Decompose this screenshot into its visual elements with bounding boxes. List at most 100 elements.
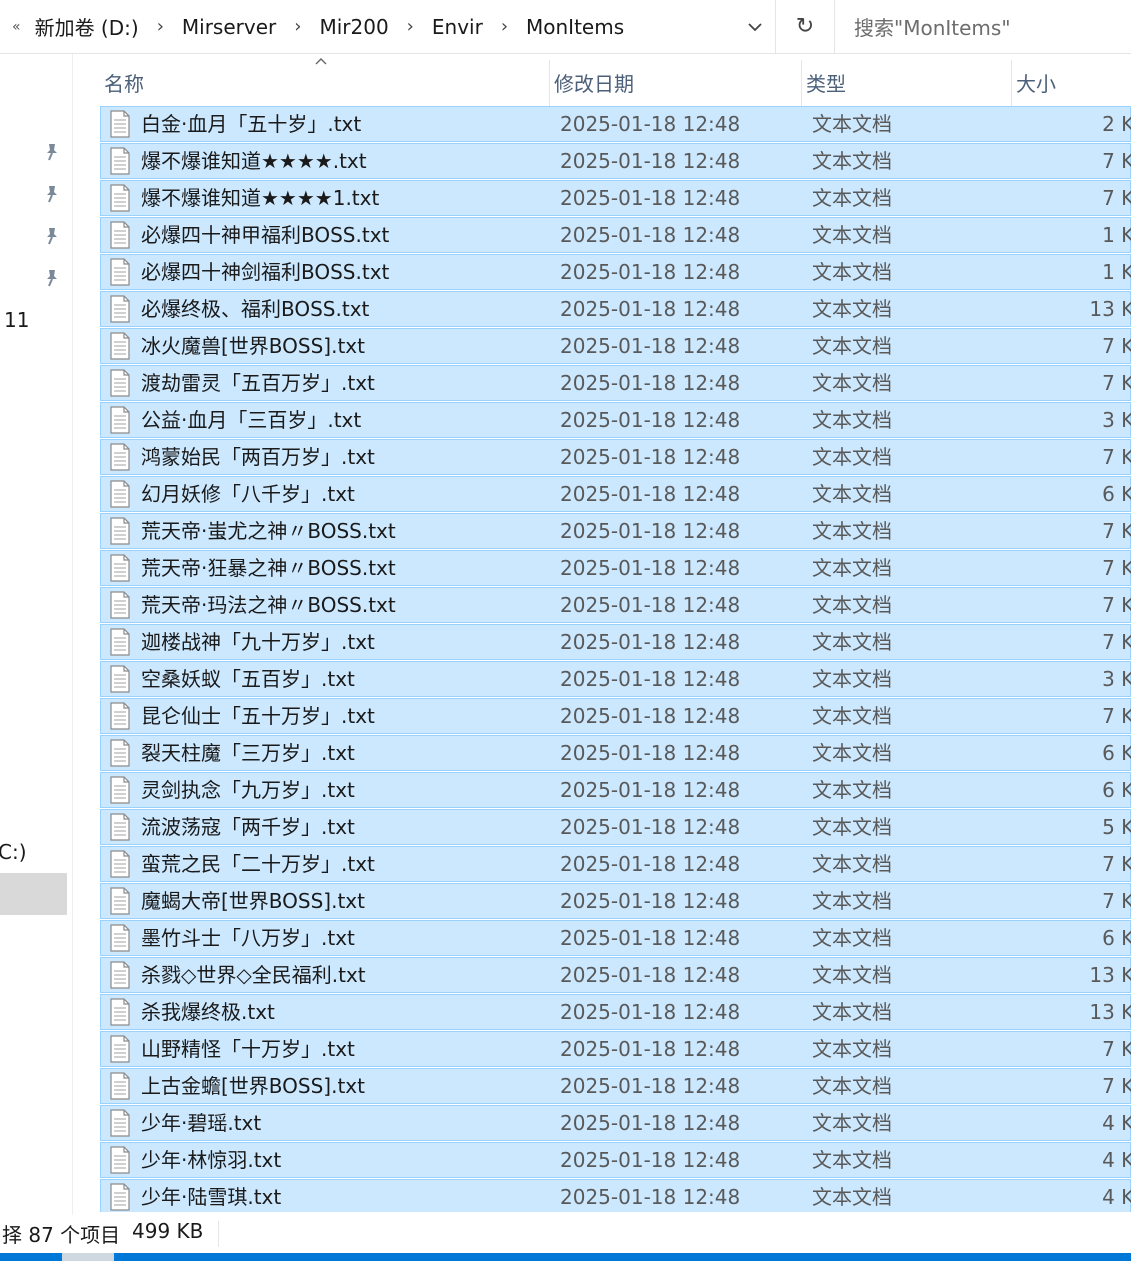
file-name[interactable]: 裂天柱魔「三万岁」.txt	[141, 736, 355, 770]
file-name[interactable]: 少年·林惊羽.txt	[141, 1143, 281, 1177]
file-name[interactable]: 冰火魔兽[世界BOSS].txt	[141, 329, 365, 363]
navigation-pane[interactable]: 11 C:)	[0, 54, 73, 1215]
nav-item-drive-label[interactable]: C:)	[0, 840, 27, 864]
file-name[interactable]: 流波荡寇「两千岁」.txt	[141, 810, 355, 844]
file-date: 2025-01-18 12:48	[560, 408, 741, 432]
file-row[interactable]: 上古金蟾[世界BOSS].txt 2025-01-18 12:48 文本文档 7 KB	[100, 1068, 1131, 1104]
file-row[interactable]: 荒天帝·狂暴之神〃BOSS.txt 2025-01-18 12:48 文本文档 7 K…	[100, 550, 1131, 586]
file-type: 文本文档	[812, 1037, 892, 1061]
file-type: 文本文档	[812, 630, 892, 654]
file-name[interactable]: 渡劫雷灵「五百万岁」.txt	[141, 366, 375, 400]
file-size: 4 KB	[1102, 1185, 1131, 1209]
file-row[interactable]: 爆不爆谁知道★★★★1.txt 2025-01-18 12:48 文本文档 7 KB	[100, 180, 1131, 216]
breadcrumb-item[interactable]: 新加卷 (D:)	[31, 8, 143, 45]
breadcrumb-item[interactable]: Mir200	[315, 11, 392, 43]
file-row[interactable]: 白金·血月「五十岁」.txt 2025-01-18 12:48 文本文档 2 KB	[100, 106, 1131, 142]
file-size: 7 KB	[1102, 149, 1131, 173]
nav-item-label[interactable]: 11	[4, 308, 29, 332]
file-type: 文本文档	[812, 297, 892, 321]
file-name[interactable]: 爆不爆谁知道★★★★.txt	[141, 144, 367, 178]
taskbar-item[interactable]	[62, 1253, 114, 1261]
file-date: 2025-01-18 12:48	[560, 1111, 741, 1135]
file-row[interactable]: 幻月妖修「八千岁」.txt 2025-01-18 12:48 文本文档 6 KB	[100, 476, 1131, 512]
file-row[interactable]: 魔蝎大帝[世界BOSS].txt 2025-01-18 12:48 文本文档 7 KB	[100, 883, 1131, 919]
file-row[interactable]: 灵剑执念「九万岁」.txt 2025-01-18 12:48 文本文档 6 KB	[100, 772, 1131, 808]
breadcrumb-item[interactable]: Envir	[428, 11, 487, 43]
breadcrumb-separator-icon[interactable]: ›	[487, 16, 522, 37]
breadcrumb-separator-icon[interactable]: ›	[393, 16, 428, 37]
breadcrumb-separator-icon[interactable]: ›	[280, 16, 315, 37]
file-name[interactable]: 少年·陆雪琪.txt	[141, 1180, 281, 1212]
column-header-type[interactable]: 类型	[801, 60, 1011, 107]
file-name[interactable]: 杀我爆终极.txt	[141, 995, 275, 1029]
file-row[interactable]: 杀戮◇世界◇全民福利.txt 2025-01-18 12:48 文本文档 13 KB	[100, 957, 1131, 993]
file-row[interactable]: 蛮荒之民「二十万岁」.txt 2025-01-18 12:48 文本文档 7 KB	[100, 846, 1131, 882]
nav-item-selected[interactable]	[0, 873, 67, 915]
file-row[interactable]: 必爆四十神甲福利BOSS.txt 2025-01-18 12:48 文本文档 1 KB	[100, 217, 1131, 253]
file-row[interactable]: 鸿蒙始民「两百万岁」.txt 2025-01-18 12:48 文本文档 7 KB	[100, 439, 1131, 475]
pin-icon[interactable]	[42, 184, 62, 204]
file-name[interactable]: 荒天帝·狂暴之神〃BOSS.txt	[141, 551, 396, 585]
file-row[interactable]: 爆不爆谁知道★★★★.txt 2025-01-18 12:48 文本文档 7 KB	[100, 143, 1131, 179]
text-file-icon	[110, 998, 130, 1026]
file-row[interactable]: 渡劫雷灵「五百万岁」.txt 2025-01-18 12:48 文本文档 7 KB	[100, 365, 1131, 401]
file-row[interactable]: 少年·林惊羽.txt 2025-01-18 12:48 文本文档 4 KB	[100, 1142, 1131, 1178]
recent-locations-icon[interactable]: «	[12, 19, 21, 35]
file-row[interactable]: 必爆终极、福利BOSS.txt 2025-01-18 12:48 文本文档 13 KB	[100, 291, 1131, 327]
file-row[interactable]: 墨竹斗士「八万岁」.txt 2025-01-18 12:48 文本文档 6 KB	[100, 920, 1131, 956]
file-name[interactable]: 幻月妖修「八千岁」.txt	[141, 477, 355, 511]
file-name[interactable]: 鸿蒙始民「两百万岁」.txt	[141, 440, 375, 474]
file-name[interactable]: 公益·血月「三百岁」.txt	[141, 403, 361, 437]
pin-icon[interactable]	[42, 226, 62, 246]
file-row[interactable]: 荒天帝·蚩尤之神〃BOSS.txt 2025-01-18 12:48 文本文档 7 K…	[100, 513, 1131, 549]
file-row[interactable]: 山野精怪「十万岁」.txt 2025-01-18 12:48 文本文档 7 KB	[100, 1031, 1131, 1067]
file-row[interactable]: 流波荡寇「两千岁」.txt 2025-01-18 12:48 文本文档 5 KB	[100, 809, 1131, 845]
file-row[interactable]: 裂天柱魔「三万岁」.txt 2025-01-18 12:48 文本文档 6 KB	[100, 735, 1131, 771]
file-row[interactable]: 公益·血月「三百岁」.txt 2025-01-18 12:48 文本文档 3 KB	[100, 402, 1131, 438]
file-name[interactable]: 上古金蟾[世界BOSS].txt	[141, 1069, 365, 1103]
file-name[interactable]: 蛮荒之民「二十万岁」.txt	[141, 847, 375, 881]
file-name[interactable]: 空桑妖蚁「五百岁」.txt	[141, 662, 355, 696]
file-row[interactable]: 昆仑仙士「五十万岁」.txt 2025-01-18 12:48 文本文档 7 KB	[100, 698, 1131, 734]
file-name[interactable]: 迦楼战神「九十万岁」.txt	[141, 625, 375, 659]
address-bar: « 新加卷 (D:) › Mirserver › Mir200 › Envir › MonIte…	[0, 0, 1131, 54]
pin-icon[interactable]	[42, 142, 62, 162]
pin-icon[interactable]	[42, 268, 62, 288]
refresh-button[interactable]: ↻	[776, 0, 835, 53]
column-header-size[interactable]: 大小	[1011, 60, 1131, 107]
file-name[interactable]: 墨竹斗士「八万岁」.txt	[141, 921, 355, 955]
breadcrumb-item[interactable]: Mirserver	[178, 11, 280, 43]
file-row[interactable]: 杀我爆终极.txt 2025-01-18 12:48 文本文档 13 KB	[100, 994, 1131, 1030]
file-name[interactable]: 爆不爆谁知道★★★★1.txt	[141, 181, 379, 215]
column-header-name[interactable]: 名称	[100, 60, 549, 107]
file-name[interactable]: 魔蝎大帝[世界BOSS].txt	[141, 884, 365, 918]
file-row[interactable]: 空桑妖蚁「五百岁」.txt 2025-01-18 12:48 文本文档 3 KB	[100, 661, 1131, 697]
file-name[interactable]: 必爆终极、福利BOSS.txt	[141, 292, 369, 326]
file-row[interactable]: 冰火魔兽[世界BOSS].txt 2025-01-18 12:48 文本文档 7 KB	[100, 328, 1131, 364]
file-name[interactable]: 荒天帝·蚩尤之神〃BOSS.txt	[141, 514, 396, 548]
file-name[interactable]: 杀戮◇世界◇全民福利.txt	[141, 958, 366, 992]
file-row[interactable]: 少年·陆雪琪.txt 2025-01-18 12:48 文本文档 4 KB	[100, 1179, 1131, 1212]
file-name[interactable]: 白金·血月「五十岁」.txt	[141, 107, 361, 141]
address-dropdown-button[interactable]	[735, 0, 775, 53]
breadcrumb-item[interactable]: MonItems	[522, 11, 628, 43]
search-input[interactable]	[844, 6, 1131, 49]
file-name[interactable]: 山野精怪「十万岁」.txt	[141, 1032, 355, 1066]
file-name[interactable]: 少年·碧瑶.txt	[141, 1106, 261, 1140]
status-divider	[218, 1221, 219, 1247]
breadcrumb-separator-icon[interactable]: ›	[143, 16, 178, 37]
file-row[interactable]: 迦楼战神「九十万岁」.txt 2025-01-18 12:48 文本文档 7 KB	[100, 624, 1131, 660]
file-name[interactable]: 必爆四十神剑福利BOSS.txt	[141, 255, 389, 289]
file-row[interactable]: 必爆四十神剑福利BOSS.txt 2025-01-18 12:48 文本文档 1 KB	[100, 254, 1131, 290]
file-type: 文本文档	[812, 815, 892, 839]
file-row[interactable]: 少年·碧瑶.txt 2025-01-18 12:48 文本文档 4 KB	[100, 1105, 1131, 1141]
column-header-date[interactable]: 修改日期	[549, 60, 801, 107]
file-list[interactable]: 白金·血月「五十岁」.txt 2025-01-18 12:48 文本文档 2 KB 爆不…	[100, 106, 1131, 1212]
file-name[interactable]: 灵剑执念「九万岁」.txt	[141, 773, 355, 807]
breadcrumb[interactable]: « 新加卷 (D:) › Mirserver › Mir200 › Envir › MonIte…	[0, 0, 776, 53]
file-name[interactable]: 昆仑仙士「五十万岁」.txt	[141, 699, 375, 733]
file-name[interactable]: 荒天帝·玛法之神〃BOSS.txt	[141, 588, 396, 622]
file-type: 文本文档	[812, 593, 892, 617]
file-name[interactable]: 必爆四十神甲福利BOSS.txt	[141, 218, 389, 252]
file-row[interactable]: 荒天帝·玛法之神〃BOSS.txt 2025-01-18 12:48 文本文档 7 K…	[100, 587, 1131, 623]
